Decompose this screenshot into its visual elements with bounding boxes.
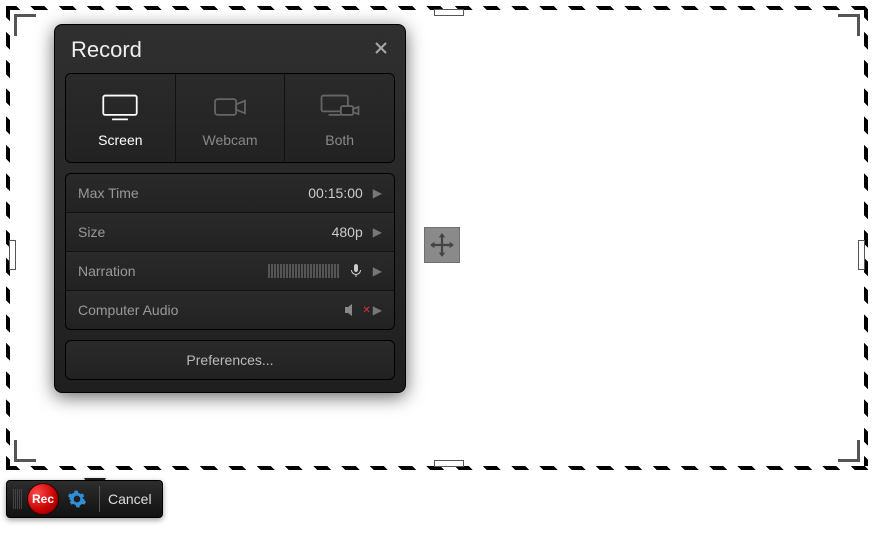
row-computer-audio[interactable]: Computer Audio ✕ ▶: [66, 291, 394, 329]
mode-both[interactable]: Both: [285, 74, 394, 162]
mode-screen[interactable]: Screen: [66, 74, 176, 162]
chevron-right-icon: ▶: [373, 264, 382, 278]
mode-webcam[interactable]: Webcam: [176, 74, 286, 162]
move-handle[interactable]: [424, 227, 460, 263]
cancel-button[interactable]: Cancel: [108, 491, 152, 507]
resize-handle-top[interactable]: [434, 9, 464, 16]
preferences-button[interactable]: Preferences...: [65, 340, 395, 380]
mode-screen-label: Screen: [98, 132, 142, 148]
resize-handle-br[interactable]: [838, 440, 860, 462]
mode-selector: Screen Webcam Both: [65, 73, 395, 163]
speaker-muted-icon: ✕: [344, 303, 370, 317]
row-size[interactable]: Size 480p ▶: [66, 213, 394, 252]
resize-handle-bl[interactable]: [14, 440, 36, 462]
chevron-right-icon: ▶: [373, 186, 382, 200]
maxtime-value: 00:15:00: [308, 185, 363, 201]
gear-icon: [67, 489, 87, 509]
mode-webcam-label: Webcam: [203, 132, 258, 148]
webcam-icon: [208, 92, 252, 122]
close-button[interactable]: [373, 40, 389, 61]
settings-list: Max Time 00:15:00 ▶ Size 480p ▶ Narratio…: [65, 173, 395, 330]
toolbar-divider: [99, 486, 100, 512]
screen-icon: [98, 92, 142, 122]
move-arrows-icon: [429, 232, 455, 258]
compaudio-label: Computer Audio: [78, 302, 344, 318]
row-maxtime[interactable]: Max Time 00:15:00 ▶: [66, 174, 394, 213]
mode-both-label: Both: [325, 132, 354, 148]
size-label: Size: [78, 224, 332, 240]
recorder-toolbar[interactable]: Rec Cancel: [6, 480, 163, 518]
panel-title: Record: [71, 37, 142, 63]
microphone-icon: [349, 264, 363, 278]
resize-handle-tl[interactable]: [14, 14, 36, 36]
resize-handle-left[interactable]: [9, 240, 16, 270]
record-label: Rec: [32, 492, 54, 506]
size-value: 480p: [332, 224, 363, 240]
narration-label: Narration: [78, 263, 268, 279]
maxtime-label: Max Time: [78, 185, 308, 201]
record-panel: Record Screen Webcam: [54, 24, 406, 393]
preferences-label: Preferences...: [186, 352, 273, 368]
record-button[interactable]: Rec: [27, 483, 59, 515]
both-icon: [318, 92, 362, 122]
settings-button[interactable]: [67, 489, 87, 509]
cancel-label: Cancel: [108, 491, 152, 507]
resize-handle-tr[interactable]: [838, 14, 860, 36]
row-narration[interactable]: Narration ▶: [66, 252, 394, 291]
chevron-right-icon: ▶: [373, 225, 382, 239]
audio-level-meter: [268, 264, 339, 278]
grip-icon[interactable]: [13, 488, 25, 510]
resize-handle-right[interactable]: [858, 240, 865, 270]
resize-handle-bottom[interactable]: [434, 460, 464, 467]
chevron-right-icon: ▶: [373, 303, 382, 317]
close-icon: [373, 40, 389, 56]
